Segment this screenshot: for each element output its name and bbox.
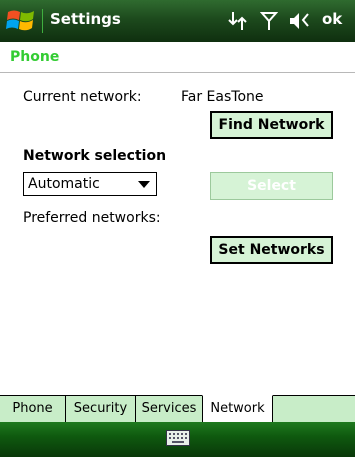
title-separator [42, 9, 43, 33]
preferred-networks-label: Preferred networks: [23, 210, 161, 226]
volume-icon[interactable] [288, 10, 312, 32]
current-network-label: Current network: [23, 89, 142, 105]
current-network-value: Far EasTone [181, 89, 264, 105]
select-button[interactable]: Select [210, 172, 333, 200]
title-bar: Settings ok [0, 0, 355, 42]
network-selection-heading: Network selection [23, 148, 167, 164]
keyboard-icon[interactable] [166, 430, 190, 446]
windows-logo-icon[interactable] [6, 7, 36, 35]
find-network-button[interactable]: Find Network [210, 111, 333, 139]
app-title: Settings [50, 10, 121, 28]
tab-strip: Phone Security Services Network [0, 395, 355, 423]
tab-services[interactable]: Services [136, 396, 203, 422]
set-networks-button[interactable]: Set Networks [210, 236, 333, 264]
tab-security[interactable]: Security [66, 396, 136, 422]
network-selection-dropdown[interactable]: Automatic [23, 172, 157, 196]
signal-strength-icon[interactable] [260, 10, 278, 32]
ok-button[interactable]: ok [322, 10, 342, 28]
page-title: Phone [10, 49, 60, 65]
tab-network[interactable]: Network [202, 395, 273, 423]
data-connectivity-icon[interactable] [227, 10, 249, 32]
chevron-down-icon [138, 181, 150, 188]
dropdown-value: Automatic [28, 176, 100, 192]
page-header: Phone [0, 42, 355, 73]
tab-phone[interactable]: Phone [0, 396, 66, 422]
soft-key-bar [0, 422, 355, 457]
